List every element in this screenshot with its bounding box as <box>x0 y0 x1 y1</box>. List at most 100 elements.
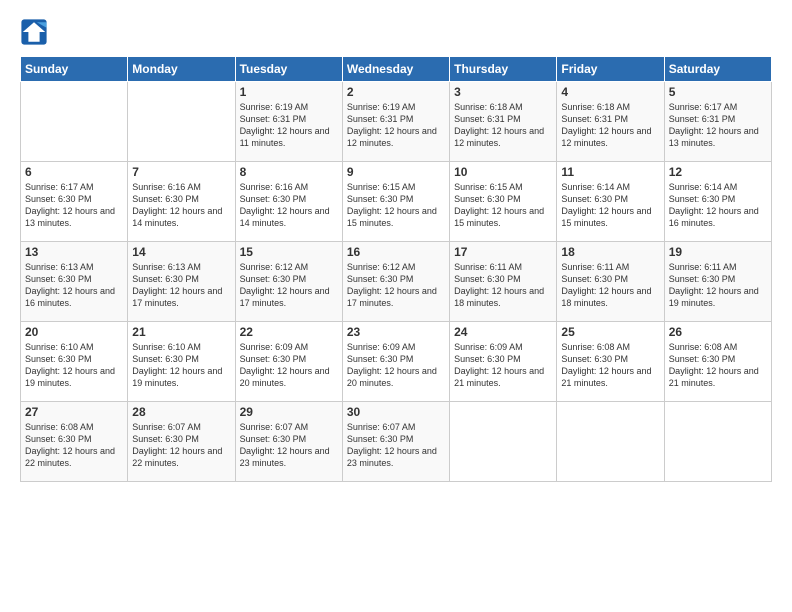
calendar-cell: 10Sunrise: 6:15 AM Sunset: 6:30 PM Dayli… <box>450 162 557 242</box>
calendar-cell: 12 Sunrise: 6:14 AM Sunset: 6:30 PM Dayli… <box>664 162 771 242</box>
calendar-cell: 22 Sunrise: 6:09 AM Sunset: 6:30 PM Dayli… <box>235 322 342 402</box>
day-number: 12 <box>669 165 767 179</box>
day-number: 15 <box>240 245 338 259</box>
calendar-cell: 3 Sunrise: 6:18 AM Sunset: 6:31 PM Daylig… <box>450 82 557 162</box>
day-info: Sunrise: 6:08 AM Sunset: 6:30 PM Dayligh… <box>561 341 659 390</box>
day-number: 7 <box>132 165 230 179</box>
calendar-cell: 5Sunrise: 6:17 AM Sunset: 6:31 PM Daylig… <box>664 82 771 162</box>
day-info: Sunrise: 6:08 AM Sunset: 6:30 PM Dayligh… <box>669 341 767 390</box>
day-info: Sunrise: 6:09 AM Sunset: 6:30 PM Dayligh… <box>240 341 338 390</box>
day-number: 19 <box>669 245 767 259</box>
calendar-day-header: Thursday <box>450 57 557 82</box>
day-info: Sunrise: 6:10 AM Sunset: 6:30 PM Dayligh… <box>25 341 123 390</box>
calendar-cell: 26 Sunrise: 6:08 AM Sunset: 6:30 PM Dayli… <box>664 322 771 402</box>
day-number: 21 <box>132 325 230 339</box>
day-number: 18 <box>561 245 659 259</box>
day-info: Sunrise: 6:11 AM Sunset: 6:30 PM Dayligh… <box>561 261 659 310</box>
day-number: 28 <box>132 405 230 419</box>
calendar-cell: 20 Sunrise: 6:10 AM Sunset: 6:30 PM Dayli… <box>21 322 128 402</box>
day-number: 9 <box>347 165 445 179</box>
calendar-week-row: 1 Sunrise: 6:19 AM Sunset: 6:31 PM Daylig… <box>21 82 772 162</box>
generalblue-logo-icon <box>20 18 48 46</box>
calendar-cell: 14Sunrise: 6:13 AM Sunset: 6:30 PM Dayli… <box>128 242 235 322</box>
calendar-header-row: SundayMondayTuesdayWednesdayThursdayFrid… <box>21 57 772 82</box>
day-info: Sunrise: 6:14 AM Sunset: 6:30 PM Dayligh… <box>669 181 767 230</box>
day-info: Sunrise: 6:08 AM Sunset: 6:30 PM Dayligh… <box>25 421 123 470</box>
calendar-cell: 16 Sunrise: 6:12 AM Sunset: 6:30 PM Dayli… <box>342 242 449 322</box>
day-info: Sunrise: 6:12 AM Sunset: 6:30 PM Dayligh… <box>240 261 338 310</box>
day-number: 29 <box>240 405 338 419</box>
day-number: 3 <box>454 85 552 99</box>
calendar-day-header: Friday <box>557 57 664 82</box>
calendar-cell <box>450 402 557 482</box>
day-info: Sunrise: 6:17 AM Sunset: 6:30 PM Dayligh… <box>25 181 123 230</box>
calendar-cell: 8 Sunrise: 6:16 AM Sunset: 6:30 PM Daylig… <box>235 162 342 242</box>
calendar-cell <box>128 82 235 162</box>
calendar-day-header: Sunday <box>21 57 128 82</box>
calendar-cell: 19 Sunrise: 6:11 AM Sunset: 6:30 PM Dayli… <box>664 242 771 322</box>
day-info: Sunrise: 6:18 AM Sunset: 6:31 PM Dayligh… <box>561 101 659 150</box>
calendar-cell: 1 Sunrise: 6:19 AM Sunset: 6:31 PM Daylig… <box>235 82 342 162</box>
header <box>20 18 772 46</box>
calendar-cell: 25 Sunrise: 6:08 AM Sunset: 6:30 PM Dayli… <box>557 322 664 402</box>
day-info: Sunrise: 6:14 AM Sunset: 6:30 PM Dayligh… <box>561 181 659 230</box>
calendar-cell: 28 Sunrise: 6:07 AM Sunset: 6:30 PM Dayli… <box>128 402 235 482</box>
day-number: 24 <box>454 325 552 339</box>
day-info: Sunrise: 6:09 AM Sunset: 6:30 PM Dayligh… <box>454 341 552 390</box>
day-info: Sunrise: 6:13 AM Sunset: 6:30 PM Dayligh… <box>132 261 230 310</box>
day-info: Sunrise: 6:09 AM Sunset: 6:30 PM Dayligh… <box>347 341 445 390</box>
day-number: 1 <box>240 85 338 99</box>
day-info: Sunrise: 6:11 AM Sunset: 6:30 PM Dayligh… <box>454 261 552 310</box>
day-info: Sunrise: 6:10 AM Sunset: 6:30 PM Dayligh… <box>132 341 230 390</box>
day-number: 26 <box>669 325 767 339</box>
calendar-day-header: Monday <box>128 57 235 82</box>
calendar-cell: 11 Sunrise: 6:14 AM Sunset: 6:30 PM Dayli… <box>557 162 664 242</box>
calendar-cell: 7 Sunrise: 6:16 AM Sunset: 6:30 PM Daylig… <box>128 162 235 242</box>
day-number: 8 <box>240 165 338 179</box>
day-info: Sunrise: 6:07 AM Sunset: 6:30 PM Dayligh… <box>132 421 230 470</box>
logo <box>20 18 52 46</box>
calendar-day-header: Wednesday <box>342 57 449 82</box>
calendar-cell: 17 Sunrise: 6:11 AM Sunset: 6:30 PM Dayli… <box>450 242 557 322</box>
day-number: 5 <box>669 85 767 99</box>
calendar-cell: 29Sunrise: 6:07 AM Sunset: 6:30 PM Dayli… <box>235 402 342 482</box>
day-info: Sunrise: 6:13 AM Sunset: 6:30 PM Dayligh… <box>25 261 123 310</box>
calendar-cell: 21 Sunrise: 6:10 AM Sunset: 6:30 PM Dayli… <box>128 322 235 402</box>
calendar-cell: 13 Sunrise: 6:13 AM Sunset: 6:30 PM Dayli… <box>21 242 128 322</box>
calendar-cell: 4 Sunrise: 6:18 AM Sunset: 6:31 PM Daylig… <box>557 82 664 162</box>
day-number: 13 <box>25 245 123 259</box>
calendar-cell <box>557 402 664 482</box>
day-info: Sunrise: 6:12 AM Sunset: 6:30 PM Dayligh… <box>347 261 445 310</box>
day-info: Sunrise: 6:19 AM Sunset: 6:31 PM Dayligh… <box>347 101 445 150</box>
day-info: Sunrise: 6:19 AM Sunset: 6:31 PM Dayligh… <box>240 101 338 150</box>
day-number: 22 <box>240 325 338 339</box>
calendar-week-row: 6Sunrise: 6:17 AM Sunset: 6:30 PM Daylig… <box>21 162 772 242</box>
calendar-cell: 9 Sunrise: 6:15 AM Sunset: 6:30 PM Daylig… <box>342 162 449 242</box>
day-number: 16 <box>347 245 445 259</box>
calendar-week-row: 13 Sunrise: 6:13 AM Sunset: 6:30 PM Dayli… <box>21 242 772 322</box>
day-info: Sunrise: 6:07 AM Sunset: 6:30 PM Dayligh… <box>347 421 445 470</box>
calendar-table: SundayMondayTuesdayWednesdayThursdayFrid… <box>20 56 772 482</box>
day-number: 23 <box>347 325 445 339</box>
day-info: Sunrise: 6:18 AM Sunset: 6:31 PM Dayligh… <box>454 101 552 150</box>
calendar-day-header: Saturday <box>664 57 771 82</box>
day-number: 4 <box>561 85 659 99</box>
day-info: Sunrise: 6:16 AM Sunset: 6:30 PM Dayligh… <box>240 181 338 230</box>
calendar-cell: 23 Sunrise: 6:09 AM Sunset: 6:30 PM Dayli… <box>342 322 449 402</box>
day-number: 25 <box>561 325 659 339</box>
calendar-cell <box>21 82 128 162</box>
calendar-cell: 15 Sunrise: 6:12 AM Sunset: 6:30 PM Dayli… <box>235 242 342 322</box>
day-number: 10 <box>454 165 552 179</box>
calendar-cell <box>664 402 771 482</box>
day-number: 30 <box>347 405 445 419</box>
day-number: 20 <box>25 325 123 339</box>
calendar-cell: 27 Sunrise: 6:08 AM Sunset: 6:30 PM Dayli… <box>21 402 128 482</box>
calendar-day-header: Tuesday <box>235 57 342 82</box>
day-number: 2 <box>347 85 445 99</box>
day-info: Sunrise: 6:16 AM Sunset: 6:30 PM Dayligh… <box>132 181 230 230</box>
day-number: 27 <box>25 405 123 419</box>
day-info: Sunrise: 6:15 AM Sunset: 6:30 PM Dayligh… <box>347 181 445 230</box>
day-number: 11 <box>561 165 659 179</box>
day-number: 17 <box>454 245 552 259</box>
day-info: Sunrise: 6:11 AM Sunset: 6:30 PM Dayligh… <box>669 261 767 310</box>
